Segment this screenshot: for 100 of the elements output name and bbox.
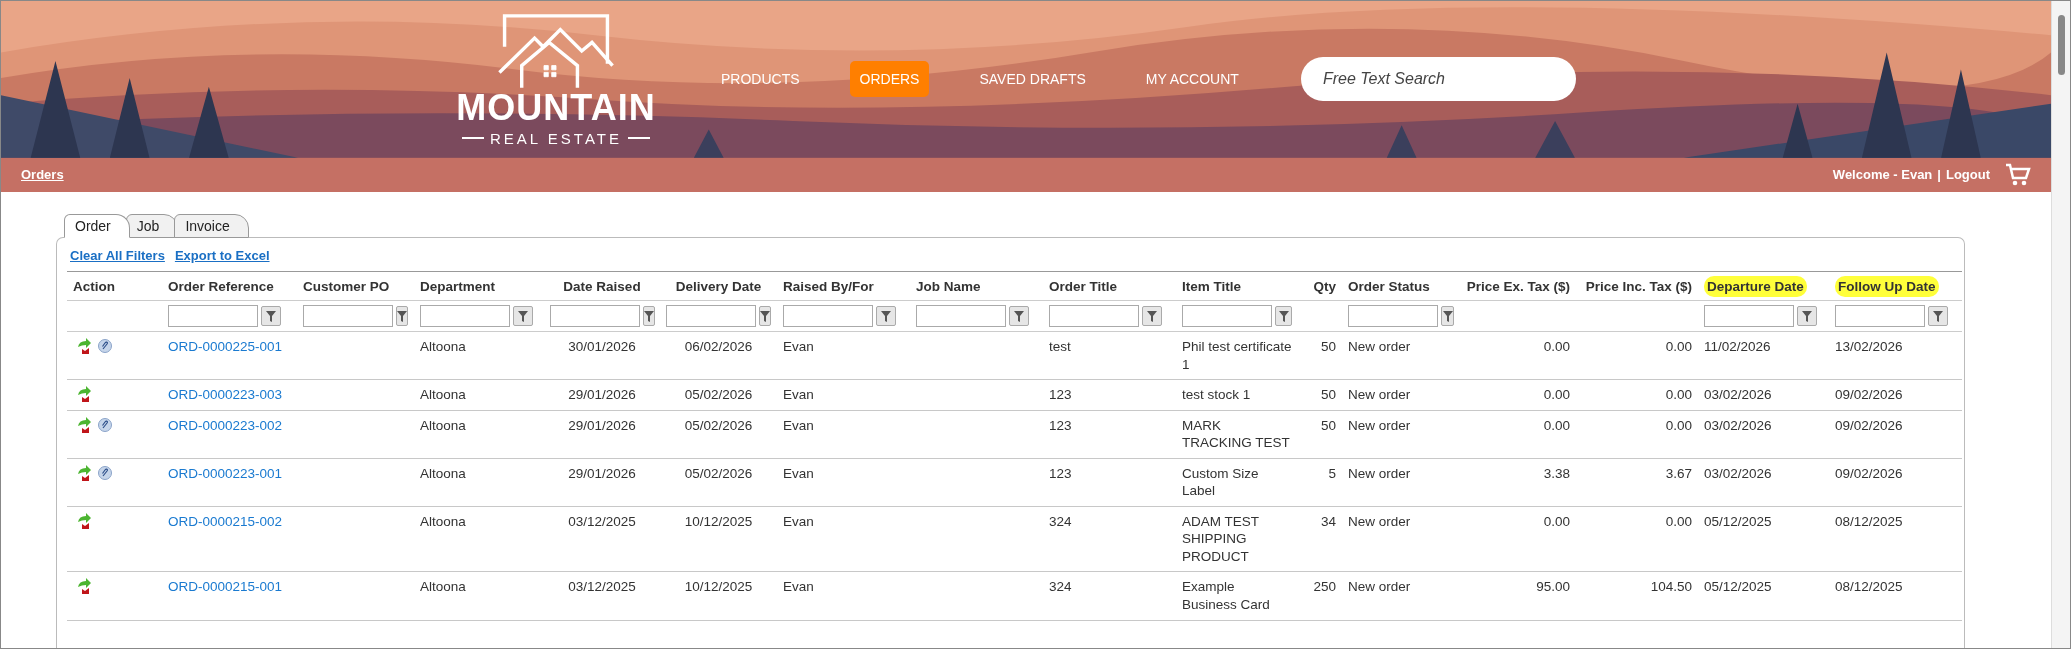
table-cell: 50 (1320, 387, 1336, 403)
table-cell: 05/02/2026 (684, 387, 753, 403)
filter-field[interactable] (303, 305, 393, 327)
order-link[interactable]: ORD-0000223-002 (168, 417, 283, 433)
reorder-arrow-icon[interactable] (76, 578, 92, 595)
column-header[interactable]: Delivery Date (675, 279, 762, 294)
table-cell: 34 (1320, 513, 1336, 529)
filter-field[interactable] (1704, 305, 1794, 327)
filter-field[interactable] (666, 305, 756, 327)
table-cell: 11/02/2026 (1704, 339, 1771, 354)
cart-icon[interactable] (2005, 162, 2031, 187)
filter-icon (1442, 310, 1453, 322)
table-cell: 95.00 (1536, 579, 1570, 595)
table-cell: 10/12/2025 (684, 513, 753, 529)
search-field[interactable]: Free Text Search (1300, 57, 1576, 102)
tab[interactable]: Order (64, 214, 130, 238)
filter-button[interactable] (1009, 306, 1029, 326)
table-cell: Altoona (420, 387, 466, 403)
scrollbar[interactable] (2051, 1, 2070, 648)
filter-button[interactable] (261, 306, 281, 326)
table-cell: 05/12/2025 (1704, 513, 1772, 529)
table-cell: Altoona (420, 513, 466, 529)
column-header[interactable]: Job Name (916, 279, 981, 294)
filter-field[interactable] (783, 305, 873, 327)
column-header[interactable]: Date Raised (563, 279, 641, 294)
filter-button[interactable] (1142, 306, 1162, 326)
filter-icon (1933, 310, 1943, 322)
column-header[interactable]: Price Ex. Tax ($) (1466, 279, 1570, 294)
filter-button[interactable] (1275, 306, 1292, 326)
table-cell: 123 (1049, 465, 1072, 481)
table-cell: Evan (783, 339, 814, 354)
logout-link[interactable]: Logout (1945, 167, 1990, 183)
filter-button[interactable] (1797, 306, 1817, 326)
order-link[interactable]: ORD-0000225-001 (168, 339, 283, 354)
order-link[interactable]: ORD-0000215-002 (168, 513, 283, 529)
filter-field[interactable] (1835, 305, 1925, 327)
filter-button[interactable] (759, 306, 771, 326)
filter-icon (266, 310, 276, 322)
filter-field[interactable] (1348, 305, 1438, 327)
column-header[interactable]: Price Inc. Tax ($) (1585, 279, 1692, 294)
column-header[interactable]: Order Title (1049, 279, 1118, 294)
order-link[interactable]: ORD-0000223-003 (168, 387, 283, 403)
table-cell: Evan (783, 387, 814, 403)
column-header[interactable]: Customer PO (303, 279, 390, 294)
filter-field[interactable] (1182, 305, 1272, 327)
attachment-icon[interactable] (98, 339, 112, 353)
table-cell: 03/02/2026 (1704, 417, 1772, 433)
column-header[interactable]: Follow Up Date (1835, 276, 1939, 297)
reorder-arrow-icon[interactable] (76, 512, 92, 529)
filter-field[interactable] (420, 305, 510, 327)
filter-button[interactable] (396, 306, 408, 326)
table-cell: 250 (1313, 579, 1336, 595)
filter-field[interactable] (168, 305, 258, 327)
filter-button[interactable] (1441, 306, 1454, 326)
tab[interactable]: Invoice (174, 214, 249, 238)
column-header[interactable]: Order Reference (168, 279, 274, 294)
table-cell: 0.00 (1665, 387, 1692, 403)
filter-icon (760, 310, 770, 322)
filter-button[interactable] (876, 306, 896, 326)
attachment-icon[interactable] (98, 465, 112, 480)
table-cell: 10/12/2025 (684, 579, 753, 595)
column-header[interactable]: Raised By/For (783, 279, 874, 294)
table-cell: 123 (1049, 417, 1072, 433)
filter-icon (397, 310, 407, 322)
filter-icon (881, 310, 891, 322)
filter-icon (1278, 310, 1289, 322)
table-cell: 0.00 (1543, 513, 1570, 529)
filter-field[interactable] (1049, 305, 1139, 327)
breadcrumb-link[interactable]: Orders (21, 167, 64, 183)
table-cell: 3.38 (1543, 465, 1570, 481)
filter-field[interactable] (550, 305, 640, 327)
column-header[interactable]: Order Status (1348, 279, 1430, 294)
order-link[interactable]: ORD-0000223-001 (168, 465, 283, 481)
table-cell: Altoona (420, 465, 466, 481)
filter-button[interactable] (1928, 306, 1948, 326)
table-cell: 0.00 (1543, 387, 1570, 403)
reorder-arrow-icon[interactable] (76, 416, 92, 433)
column-header[interactable]: Item Title (1182, 279, 1242, 294)
table-cell: 123 (1049, 387, 1072, 403)
column-header[interactable]: Departure Date (1704, 276, 1807, 297)
table-cell: Altoona (420, 339, 466, 354)
filter-icon (1014, 310, 1024, 322)
column-header[interactable]: Qty (1313, 279, 1336, 294)
table-cell: New order (1348, 465, 1411, 481)
order-link[interactable]: ORD-0000215-001 (168, 579, 283, 595)
column-header[interactable]: Action (73, 279, 115, 294)
table-cell: 03/12/2025 (568, 513, 636, 529)
table-cell: Evan (783, 465, 814, 481)
filter-button[interactable] (643, 306, 655, 326)
toolbar-link[interactable]: Clear All Filters (70, 248, 165, 263)
table-cell: 05/12/2025 (1704, 579, 1772, 595)
reorder-arrow-icon[interactable] (76, 386, 92, 403)
table-cell: 03/02/2026 (1704, 387, 1772, 403)
reorder-arrow-icon[interactable] (76, 338, 92, 354)
filter-button[interactable] (513, 306, 533, 326)
attachment-icon[interactable] (98, 417, 112, 432)
column-header[interactable]: Department (420, 279, 495, 294)
reorder-arrow-icon[interactable] (76, 464, 92, 481)
toolbar-link[interactable]: Export to Excel (174, 248, 270, 263)
filter-field[interactable] (916, 305, 1006, 327)
